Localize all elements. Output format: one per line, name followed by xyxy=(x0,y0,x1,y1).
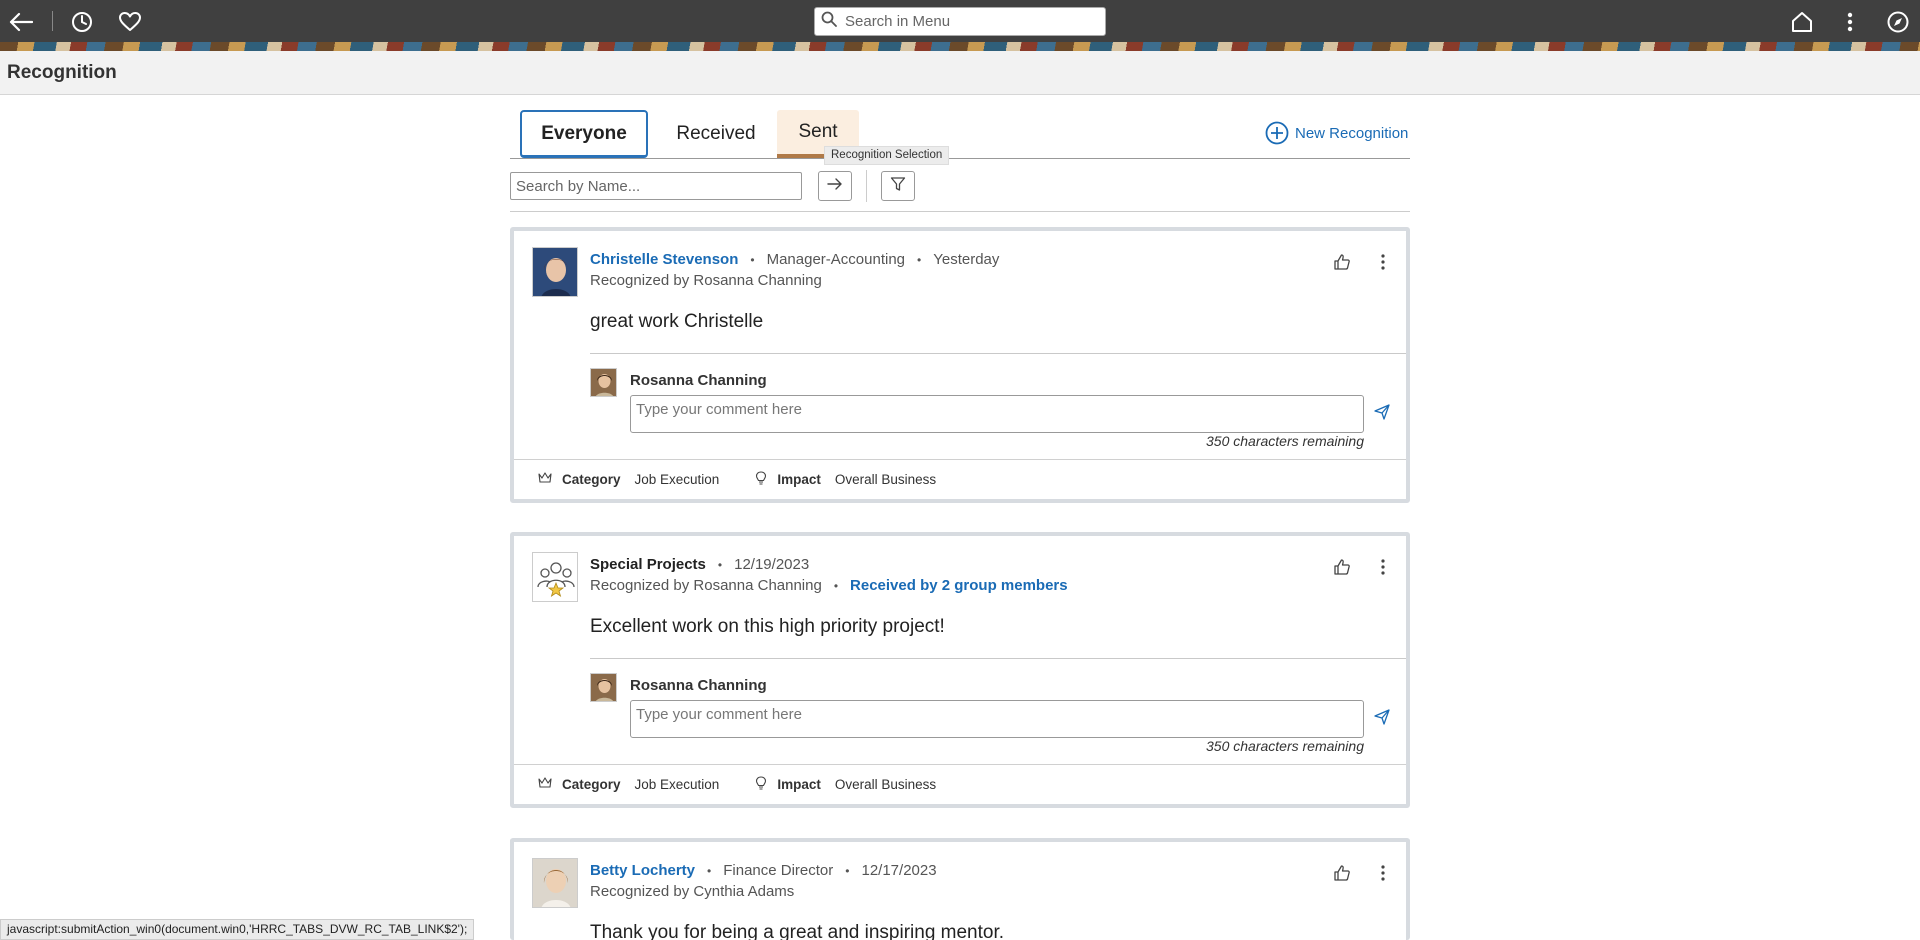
filter-row-divider xyxy=(866,170,867,202)
search-icon xyxy=(821,11,837,32)
recognized-by: Recognized by Rosanna Channing xyxy=(590,272,822,289)
compass-icon[interactable] xyxy=(1886,10,1910,34)
menu-search-box[interactable] xyxy=(814,7,1106,36)
characters-remaining: 350 characters remaining xyxy=(1206,433,1364,449)
tab-tooltip: Recognition Selection xyxy=(824,146,950,165)
category-label: Category xyxy=(562,472,621,487)
top-navigation-bar xyxy=(0,0,1920,42)
recognition-message: Thank you for being a great and inspirin… xyxy=(590,922,1005,940)
card-header: Christelle Stevenson • Manager-Accountin… xyxy=(590,251,999,268)
recognition-date: 12/17/2023 xyxy=(861,862,937,879)
filter-divider xyxy=(510,211,1410,212)
recognized-by-line: Recognized by Rosanna Channing • Receive… xyxy=(590,577,1068,594)
name-search-input[interactable] xyxy=(510,172,802,200)
decorative-banner xyxy=(0,42,1920,51)
separator-dot: • xyxy=(917,252,922,267)
thumbs-up-icon[interactable] xyxy=(1333,253,1355,275)
recognition-card: Special Projects • 12/19/2023 Recognized… xyxy=(510,532,1410,808)
recognized-by: Recognized by Rosanna Channing xyxy=(590,577,822,594)
thumbs-up-icon[interactable] xyxy=(1333,558,1355,580)
characters-remaining: 350 characters remaining xyxy=(1206,738,1364,754)
avatar xyxy=(532,858,578,908)
commenter-name: Rosanna Channing xyxy=(630,372,767,389)
separator-dot: • xyxy=(845,863,850,878)
card-header: Betty Locherty • Finance Director • 12/1… xyxy=(590,862,937,879)
category-value: Job Execution xyxy=(634,777,720,792)
arrow-right-icon xyxy=(827,177,843,195)
recipient-job-title: Finance Director xyxy=(723,862,834,879)
recognition-card: Betty Locherty • Finance Director • 12/1… xyxy=(510,838,1410,940)
separator-dot: • xyxy=(833,578,839,593)
commenter-avatar xyxy=(590,368,617,397)
page-title: Recognition xyxy=(7,62,117,83)
recipient-name-link[interactable]: Betty Locherty xyxy=(590,862,695,879)
recognition-message: great work Christelle xyxy=(590,311,764,332)
recognition-date: Yesterday xyxy=(933,251,1000,268)
crown-icon xyxy=(538,472,552,487)
back-arrow-icon[interactable] xyxy=(9,10,33,34)
vertical-ellipsis-icon[interactable] xyxy=(1374,864,1396,886)
new-recognition-label: New Recognition xyxy=(1295,124,1409,142)
impact-value: Overall Business xyxy=(834,777,937,792)
separator-dot: • xyxy=(717,557,723,572)
group-members-link[interactable]: Received by 2 group members xyxy=(850,577,1068,594)
avatar xyxy=(532,247,578,297)
filter-button[interactable] xyxy=(881,171,915,201)
vertical-ellipsis-icon[interactable] xyxy=(1838,10,1862,34)
group-avatar xyxy=(532,552,578,602)
category-label: Category xyxy=(562,777,621,792)
plus-circle-icon xyxy=(1265,121,1289,145)
page-title-bar: Recognition xyxy=(0,51,1920,95)
lightbulb-icon xyxy=(755,776,767,793)
separator-dot: • xyxy=(707,863,712,878)
recognized-by: Recognized by Cynthia Adams xyxy=(590,883,795,900)
thumbs-up-icon[interactable] xyxy=(1333,864,1355,886)
recipient-name-link[interactable]: Christelle Stevenson xyxy=(590,251,738,268)
recognition-card: Christelle Stevenson • Manager-Accountin… xyxy=(510,227,1410,503)
new-recognition-button[interactable]: New Recognition xyxy=(1265,121,1408,145)
impact-label: Impact xyxy=(777,472,821,487)
recipient-job-title: Manager-Accounting xyxy=(766,251,906,268)
vertical-ellipsis-icon[interactable] xyxy=(1374,253,1396,275)
recognition-date: 12/19/2023 xyxy=(734,556,810,573)
clock-icon[interactable] xyxy=(70,10,94,34)
card-footer: Category Job Execution Impact Overall Bu… xyxy=(538,471,972,488)
tab-received[interactable]: Received xyxy=(666,110,766,158)
commenter-avatar xyxy=(590,673,617,702)
group-name: Special Projects xyxy=(590,556,706,573)
send-icon[interactable] xyxy=(1374,709,1394,729)
footer-divider xyxy=(514,764,1406,765)
browser-status-bar: javascript:submitAction_win0(document.wi… xyxy=(0,919,475,940)
impact-label: Impact xyxy=(777,777,821,792)
lightbulb-icon xyxy=(755,471,767,488)
recognition-message: Excellent work on this high priority pro… xyxy=(590,616,945,637)
vertical-ellipsis-icon[interactable] xyxy=(1374,558,1396,580)
card-header: Special Projects • 12/19/2023 xyxy=(590,556,809,573)
tab-everyone[interactable]: Everyone xyxy=(520,110,648,158)
toolbar-divider xyxy=(52,11,53,31)
separator-dot: • xyxy=(750,252,755,267)
card-divider xyxy=(590,353,1406,354)
crown-icon xyxy=(538,777,552,792)
footer-divider xyxy=(514,459,1406,460)
search-go-button[interactable] xyxy=(818,171,852,201)
home-icon[interactable] xyxy=(1790,10,1814,34)
comment-input[interactable] xyxy=(630,700,1364,738)
card-divider xyxy=(590,658,1406,659)
category-value: Job Execution xyxy=(634,472,720,487)
heart-icon[interactable] xyxy=(118,10,142,34)
comment-input[interactable] xyxy=(630,395,1364,433)
card-footer: Category Job Execution Impact Overall Bu… xyxy=(538,776,972,793)
funnel-icon xyxy=(890,176,906,197)
commenter-name: Rosanna Channing xyxy=(630,677,767,694)
send-icon[interactable] xyxy=(1374,404,1394,424)
impact-value: Overall Business xyxy=(834,472,937,487)
menu-search-input[interactable] xyxy=(845,13,1085,30)
